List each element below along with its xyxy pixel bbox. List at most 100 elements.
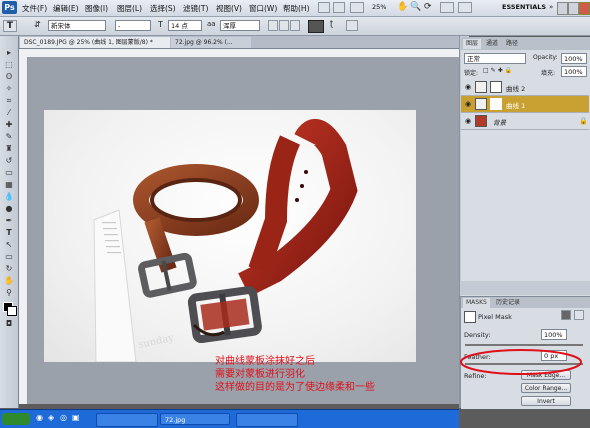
taskbar-item-72jpg[interactable]: 72.jpg bbox=[160, 413, 230, 425]
tab-paths[interactable]: 路径 bbox=[503, 39, 521, 49]
screen-mode-icon[interactable] bbox=[458, 2, 472, 13]
font-style-select[interactable]: - bbox=[115, 20, 151, 31]
taskbar-item-1[interactable] bbox=[96, 413, 158, 427]
workspace-dropdown-icon[interactable]: » bbox=[549, 3, 553, 11]
menu-image[interactable]: 图像(I) bbox=[85, 3, 108, 14]
warp-text-icon[interactable]: ʈ bbox=[330, 19, 333, 28]
background-color-swatch[interactable] bbox=[7, 306, 17, 316]
minibridge-icon[interactable] bbox=[333, 2, 345, 13]
zoom-level[interactable]: 25% bbox=[372, 3, 386, 11]
visibility-eye-icon[interactable]: ◉ bbox=[464, 117, 472, 125]
start-button[interactable] bbox=[2, 413, 30, 425]
blur-tool-icon[interactable]: 💧 bbox=[4, 192, 14, 201]
text-orientation-icon[interactable]: ⇵ bbox=[34, 20, 41, 29]
marquee-tool-icon[interactable]: ⬚ bbox=[4, 60, 14, 69]
character-panel-icon[interactable] bbox=[346, 20, 358, 31]
menu-window[interactable]: 窗口(W) bbox=[249, 3, 277, 14]
brush-tool-icon[interactable]: ✎ bbox=[4, 132, 14, 141]
tab-history[interactable]: 历史记录 bbox=[493, 298, 523, 308]
eraser-tool-icon[interactable]: ▭ bbox=[4, 168, 14, 177]
arrange-icon[interactable] bbox=[440, 2, 454, 13]
quicklaunch-icon-3[interactable]: ◎ bbox=[60, 413, 67, 422]
hand-icon[interactable]: ✋ bbox=[397, 2, 408, 12]
shape-tool-icon[interactable]: ▭ bbox=[4, 252, 14, 261]
add-pixel-mask-icon[interactable] bbox=[561, 310, 571, 320]
menu-select[interactable]: 选择(S) bbox=[150, 3, 176, 14]
background-thumbnail bbox=[475, 115, 487, 127]
crop-tool-icon[interactable]: ⌗ bbox=[4, 96, 14, 105]
3d-rotate-tool-icon[interactable]: ↻ bbox=[4, 264, 14, 273]
tab-masks[interactable]: MASKS bbox=[463, 298, 490, 308]
dodge-tool-icon[interactable]: ● bbox=[4, 204, 14, 213]
masks-panel-tabs: MASKS 历史记录 bbox=[461, 297, 590, 308]
align-left-icon[interactable] bbox=[268, 20, 278, 31]
minimize-button[interactable] bbox=[557, 2, 568, 15]
invert-button[interactable]: Invert bbox=[521, 396, 571, 406]
layers-panel: 图层 通道 路径 正常 Opacity: 100% 锁定: □✎✚🔒 填充: 1… bbox=[461, 37, 590, 296]
color-range-button[interactable]: Color Range... bbox=[521, 383, 571, 393]
eyedropper-tool-icon[interactable]: ⁄ bbox=[4, 108, 14, 117]
layer-row-background[interactable]: ◉ 背景 🔒 bbox=[461, 113, 589, 130]
bridge-icon[interactable] bbox=[318, 2, 330, 13]
healing-tool-icon[interactable]: ✚ bbox=[4, 120, 14, 129]
align-right-icon[interactable] bbox=[290, 20, 300, 31]
taskbar-item-3[interactable] bbox=[236, 413, 298, 427]
gradient-tool-icon[interactable]: ▦ bbox=[4, 180, 14, 189]
zoom-icon[interactable]: 🔍 bbox=[410, 2, 421, 12]
density-input[interactable]: 100% bbox=[541, 329, 567, 340]
maximize-button[interactable] bbox=[568, 2, 579, 15]
hand-tool-icon[interactable]: ✋ bbox=[4, 276, 14, 285]
vertical-ruler bbox=[19, 57, 28, 404]
visibility-eye-icon[interactable]: ◉ bbox=[464, 83, 472, 91]
font-size-select[interactable]: 14 点 bbox=[168, 20, 202, 31]
close-button[interactable] bbox=[579, 2, 590, 15]
move-tool-icon[interactable]: ▸ bbox=[4, 48, 14, 57]
menu-file[interactable]: 文件(F) bbox=[22, 3, 47, 14]
menu-filter[interactable]: 滤镜(T) bbox=[183, 3, 208, 14]
menu-layer[interactable]: 图层(L) bbox=[117, 3, 142, 14]
align-center-icon[interactable] bbox=[279, 20, 289, 31]
fill-input[interactable]: 100% bbox=[561, 66, 587, 77]
mask-thumbnail[interactable] bbox=[490, 81, 502, 93]
pen-tool-icon[interactable]: ✒ bbox=[4, 216, 14, 225]
annotation-line-2: 需要对蒙板进行羽化 bbox=[215, 369, 305, 380]
adjustment-thumbnail bbox=[475, 98, 487, 110]
lasso-tool-icon[interactable]: ʘ bbox=[4, 72, 14, 81]
type-tool-icon[interactable]: T bbox=[4, 228, 14, 237]
menu-view[interactable]: 视图(V) bbox=[216, 3, 242, 14]
blend-mode-select[interactable]: 正常 bbox=[464, 53, 526, 64]
quicklaunch-icon-1[interactable]: ◉ bbox=[36, 413, 43, 422]
rotate-view-icon[interactable]: ⟳ bbox=[424, 2, 432, 12]
mask-thumbnail[interactable] bbox=[490, 98, 502, 110]
tab-dsc0189[interactable]: DSC_0189.JPG @ 25% (曲线 1, 图层蒙版/8) * bbox=[20, 37, 170, 48]
quick-select-tool-icon[interactable]: ✧ bbox=[4, 84, 14, 93]
taskbar: ◉ ◈ ◎ ▣ 72.jpg bbox=[0, 409, 459, 428]
layer-row-curves-2[interactable]: ◉ 曲线 2 bbox=[461, 79, 589, 96]
quicklaunch-icon-2[interactable]: ◈ bbox=[48, 413, 54, 422]
opacity-input[interactable]: 100% bbox=[561, 53, 587, 64]
antialias-icon: aa bbox=[207, 20, 216, 28]
adjustment-thumbnail bbox=[475, 81, 487, 93]
lock-icons[interactable]: □✎✚🔒 bbox=[483, 67, 514, 74]
view-extras-icon[interactable] bbox=[350, 2, 364, 13]
font-family-select[interactable]: 新宋体 bbox=[48, 20, 106, 31]
menu-edit[interactable]: 编辑(E) bbox=[53, 3, 79, 14]
belt-photo[interactable]: sunday bbox=[44, 110, 416, 362]
add-vector-mask-icon[interactable] bbox=[574, 310, 584, 320]
quick-mask-icon[interactable]: ◘ bbox=[4, 319, 14, 328]
path-select-tool-icon[interactable]: ↖ bbox=[4, 240, 14, 249]
antialias-select[interactable]: 浑厚 bbox=[220, 20, 260, 31]
menu-help[interactable]: 帮助(H) bbox=[283, 3, 310, 14]
quicklaunch-icon-4[interactable]: ▣ bbox=[72, 413, 80, 422]
tab-72jpg[interactable]: 72.jpg @ 96.2% (... bbox=[171, 37, 251, 48]
layer-row-curves-1[interactable]: ◉ 曲线 1 bbox=[461, 96, 589, 113]
tab-channels[interactable]: 通道 bbox=[483, 39, 501, 49]
history-brush-tool-icon[interactable]: ↺ bbox=[4, 156, 14, 165]
zoom-tool-icon[interactable]: ⚲ bbox=[4, 288, 14, 297]
visibility-eye-icon[interactable]: ◉ bbox=[464, 100, 472, 108]
tab-layers[interactable]: 图层 bbox=[463, 39, 482, 49]
clone-stamp-tool-icon[interactable]: ♜ bbox=[4, 144, 14, 153]
workspace-switcher[interactable]: ESSENTIALS bbox=[502, 3, 546, 11]
tool-preset-picker[interactable]: T bbox=[3, 20, 17, 32]
text-color-swatch[interactable] bbox=[308, 20, 324, 33]
